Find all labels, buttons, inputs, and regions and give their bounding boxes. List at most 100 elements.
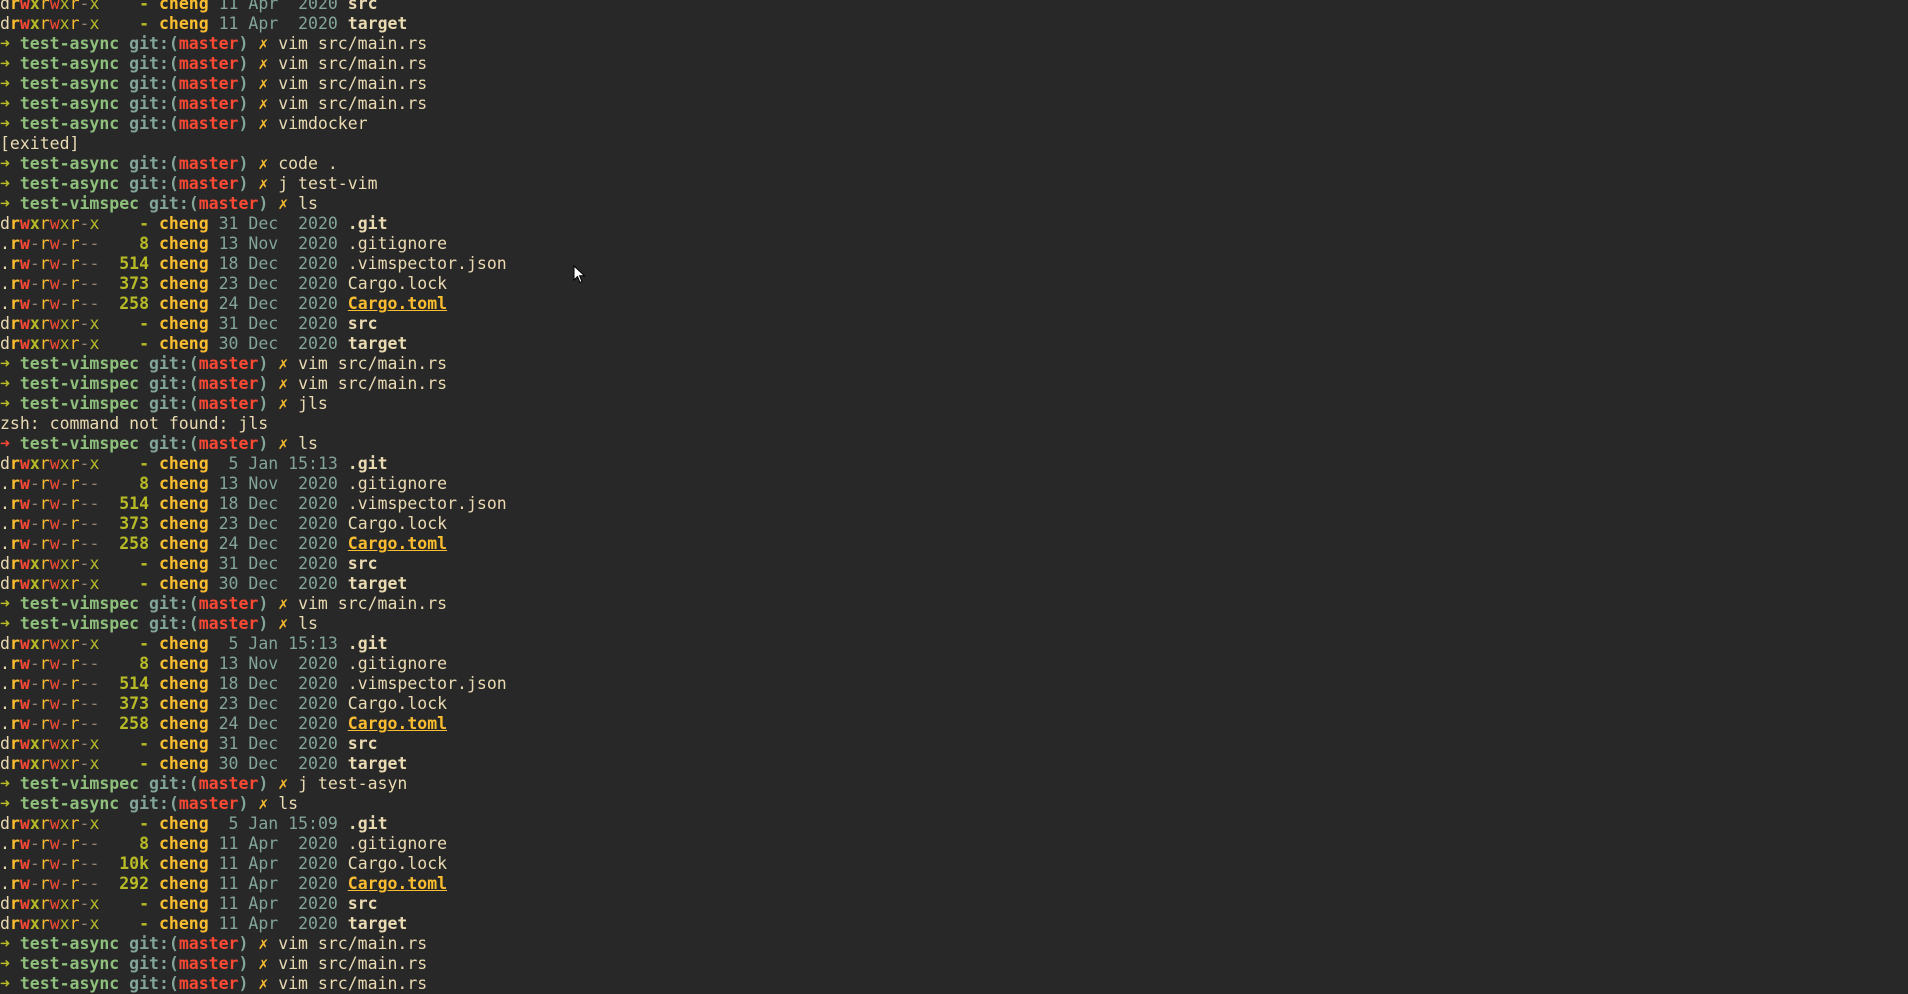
ls-entry: .rw-rw-r-- 514 cheng 18 Dec 2020 .vimspe… [0, 674, 1908, 694]
ls-filename: Cargo.lock [347, 694, 448, 713]
ls-entry: drwxrwxr-x - cheng 5 Jan 15:13 .git [0, 634, 1908, 654]
ls-size: - [139, 634, 150, 653]
git-prefix: git:( [149, 374, 199, 393]
ls-permissions: drwxrwxr-x [0, 314, 100, 333]
ls-size: - [139, 0, 150, 13]
ls-permissions: .rw-rw-r-- [0, 654, 100, 673]
prompt-directory: test-async [19, 794, 120, 813]
ls-size: 514 [119, 494, 150, 513]
git-branch: master [198, 394, 259, 413]
ls-user: cheng [159, 234, 209, 253]
ls-permissions: .rw-rw-r-- [0, 674, 100, 693]
prompt-line: ➜ test-async git:(master) ✗ vim src/main… [0, 34, 1908, 54]
ls-size: 258 [119, 534, 150, 553]
ls-date: 13 Nov 2020 [218, 654, 338, 673]
ls-entry: drwxrwxr-x - cheng 11 Apr 2020 target [0, 914, 1908, 934]
git-prefix: git:( [149, 774, 199, 793]
git-suffix: ) [258, 614, 269, 633]
git-prefix: git:( [129, 114, 179, 133]
ls-user: cheng [159, 754, 209, 773]
dirty-mark-icon: ✗ [258, 174, 269, 193]
ls-permissions: .rw-rw-r-- [0, 234, 100, 253]
ls-size: 8 [139, 234, 150, 253]
ls-permissions: .rw-rw-r-- [0, 474, 100, 493]
ls-filename: .git [347, 634, 388, 653]
git-branch: master [178, 794, 239, 813]
git-suffix: ) [258, 374, 269, 393]
ls-entry: drwxrwxr-x - cheng 5 Jan 15:09 .git [0, 814, 1908, 834]
command-text: code . [278, 154, 338, 173]
dirty-mark-icon: ✗ [278, 614, 289, 633]
ls-permissions: drwxrwxr-x [0, 574, 100, 593]
dirty-mark-icon: ✗ [258, 794, 269, 813]
git-prefix: git:( [149, 394, 199, 413]
ls-permissions: drwxrwxr-x [0, 454, 100, 473]
ls-permissions: drwxrwxr-x [0, 914, 100, 933]
ls-permissions: .rw-rw-r-- [0, 514, 100, 533]
git-branch: master [178, 154, 239, 173]
command-text: vim src/main.rs [278, 94, 428, 113]
dirty-mark-icon: ✗ [278, 434, 289, 453]
git-prefix: git:( [129, 974, 179, 993]
ls-user: cheng [159, 454, 209, 473]
ls-user: cheng [159, 534, 209, 553]
ls-permissions: .rw-rw-r-- [0, 534, 100, 553]
git-prefix: git:( [129, 94, 179, 113]
ls-entry: drwxrwxr-x - cheng 31 Dec 2020 .git [0, 214, 1908, 234]
ls-entry: .rw-rw-r-- 258 cheng 24 Dec 2020 Cargo.t… [0, 534, 1908, 554]
command-text: ls [278, 794, 299, 813]
terminal-output[interactable]: drwxrwxr-x - cheng 11 Apr 2020 src drwxrw… [0, 0, 1908, 994]
command-text: vim src/main.rs [278, 54, 428, 73]
command-text: vim src/main.rs [278, 74, 428, 93]
ls-filename: .gitignore [347, 654, 448, 673]
command-text: vim src/main.rs [278, 934, 428, 953]
ls-size: - [139, 754, 150, 773]
prompt-directory: test-async [19, 114, 120, 133]
ls-entry: .rw-rw-r-- 258 cheng 24 Dec 2020 Cargo.t… [0, 714, 1908, 734]
dirty-mark-icon: ✗ [278, 594, 289, 613]
ls-date: 24 Dec 2020 [218, 294, 338, 313]
ls-size: - [139, 214, 150, 233]
git-suffix: ) [238, 154, 249, 173]
ls-size: 514 [119, 674, 150, 693]
ls-entry: drwxrwxr-x - cheng 11 Apr 2020 target [0, 14, 1908, 34]
prompt-arrow-icon: ➜ [0, 774, 10, 793]
ls-entry: .rw-rw-r-- 10k cheng 11 Apr 2020 Cargo.l… [0, 854, 1908, 874]
ls-date: 13 Nov 2020 [218, 234, 338, 253]
ls-user: cheng [159, 254, 209, 273]
ls-permissions: .rw-rw-r-- [0, 874, 100, 893]
ls-size: - [139, 894, 150, 913]
git-branch: master [178, 94, 239, 113]
ls-size: 258 [119, 714, 150, 733]
ls-size: 373 [119, 514, 150, 533]
command-text: jls [298, 394, 328, 413]
prompt-directory: test-async [19, 34, 120, 53]
ls-permissions: .rw-rw-r-- [0, 834, 100, 853]
git-prefix: git:( [129, 74, 179, 93]
prompt-directory: test-async [19, 154, 120, 173]
ls-date: 18 Dec 2020 [218, 674, 338, 693]
ls-entry: drwxrwxr-x - cheng 31 Dec 2020 src [0, 314, 1908, 334]
ls-entry: drwxrwxr-x - cheng 30 Dec 2020 target [0, 754, 1908, 774]
dirty-mark-icon: ✗ [258, 74, 269, 93]
prompt-directory: test-vimspec [19, 434, 140, 453]
ls-user: cheng [159, 834, 209, 853]
git-prefix: git:( [129, 954, 179, 973]
ls-date: 5 Jan 15:13 [218, 454, 338, 473]
prompt-directory: test-async [19, 174, 120, 193]
git-suffix: ) [258, 594, 269, 613]
ls-permissions: drwxrwxr-x [0, 754, 100, 773]
ls-permissions: .rw-rw-r-- [0, 254, 100, 273]
ls-size: 258 [119, 294, 150, 313]
ls-user: cheng [159, 874, 209, 893]
prompt-line: ➜ test-vimspec git:(master) ✗ vim src/ma… [0, 354, 1908, 374]
git-branch: master [198, 614, 259, 633]
prompt-arrow-icon: ➜ [0, 74, 10, 93]
dirty-mark-icon: ✗ [278, 354, 289, 373]
ls-permissions: .rw-rw-r-- [0, 494, 100, 513]
ls-size: - [139, 914, 150, 933]
ls-filename: src [347, 314, 378, 333]
ls-size: 373 [119, 274, 150, 293]
git-suffix: ) [238, 34, 249, 53]
ls-date: 30 Dec 2020 [218, 574, 338, 593]
